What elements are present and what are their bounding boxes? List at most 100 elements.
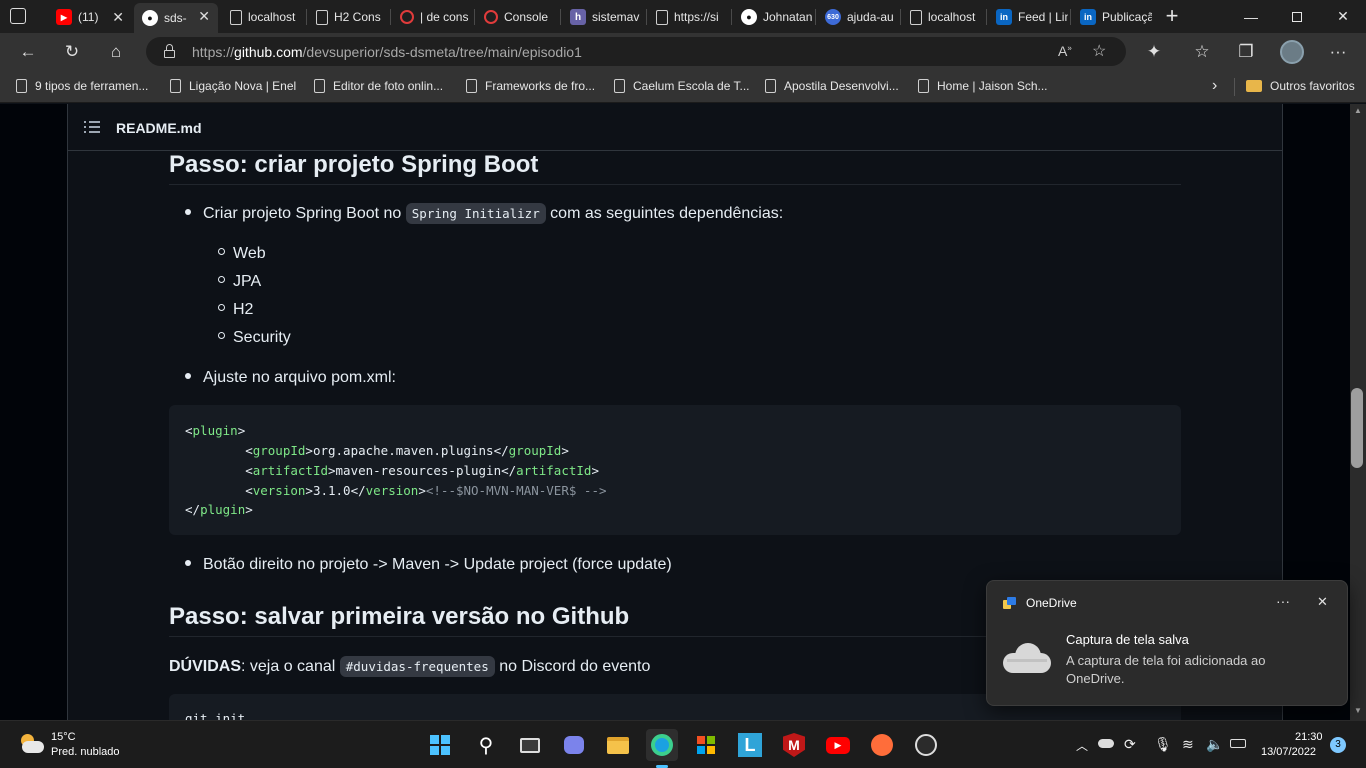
- favorite-link[interactable]: Editor de foto onlin...: [314, 77, 443, 95]
- navigation-bar: ← ↻ ⌂ https://github.com/devsuperior/sds…: [0, 33, 1366, 70]
- tab-console[interactable]: Console: [476, 4, 558, 30]
- onedrive-cloud-icon[interactable]: [1098, 739, 1114, 748]
- linkedin-icon: in: [1080, 9, 1096, 25]
- favorite-link[interactable]: Home | Jaison Sch...: [918, 77, 1048, 95]
- task-view-icon[interactable]: [514, 729, 546, 761]
- tab-ajuda[interactable]: 630 ajuda-au: [817, 4, 899, 30]
- start-icon[interactable]: [424, 729, 456, 761]
- clock-time[interactable]: 21:30: [1295, 731, 1323, 743]
- scroll-down-icon[interactable]: ▼: [1354, 706, 1362, 715]
- refresh-icon[interactable]: ↻: [58, 38, 86, 66]
- onedrive-notification[interactable]: OneDrive ··· ✕ Captura de tela salva A c…: [986, 580, 1348, 706]
- wifi-icon[interactable]: ≋: [1182, 736, 1194, 753]
- favorite-link[interactable]: Ligação Nova | Enel: [170, 77, 296, 95]
- tab-github-active[interactable]: ● sds- ✕: [134, 3, 218, 33]
- doubts-paragraph: DÚVIDAS: veja o canal #duvidas-frequente…: [169, 656, 651, 677]
- youtube-icon: ▶: [56, 9, 72, 25]
- more-options-icon[interactable]: ···: [1276, 593, 1290, 609]
- sync-icon[interactable]: ⟳: [1124, 736, 1136, 753]
- tab-linkedin-feed[interactable]: in Feed | Lin: [988, 4, 1068, 30]
- favorites-bar: 9 tipos de ferramen... Ligação Nova | En…: [0, 70, 1366, 103]
- collections-icon[interactable]: ❐: [1232, 38, 1260, 66]
- page-icon: [765, 79, 776, 93]
- list-item: H2: [218, 301, 253, 319]
- youtube-icon[interactable]: ▶: [822, 729, 854, 761]
- edge-browser-icon[interactable]: [646, 729, 678, 761]
- avatar[interactable]: [1280, 40, 1304, 64]
- add-favorite-icon[interactable]: ☆: [1092, 41, 1106, 61]
- tab-https[interactable]: https://si: [648, 4, 730, 30]
- favorite-link[interactable]: Frameworks de fro...: [466, 77, 595, 95]
- tab-heroku[interactable]: h sistemav: [562, 4, 644, 30]
- close-window-icon[interactable]: ✕: [1320, 0, 1366, 33]
- other-favorites-folder[interactable]: Outros favoritos: [1246, 77, 1355, 95]
- code-block[interactable]: <plugin> <groupId>org.apache.maven.plugi…: [169, 405, 1181, 535]
- toast-title: Captura de tela salva: [1066, 632, 1189, 647]
- list-item: Botão direito no projeto -> Maven -> Upd…: [185, 556, 672, 574]
- weather-description[interactable]: Pred. nublado: [51, 746, 120, 758]
- minimize-icon[interactable]: —: [1228, 0, 1274, 33]
- page-icon: [16, 79, 27, 93]
- file-explorer-icon[interactable]: [602, 729, 634, 761]
- tab-youtube[interactable]: ▶ (11) ✕: [48, 4, 132, 30]
- tab-label: | de cons: [420, 10, 469, 24]
- cloud-icon: [1003, 641, 1051, 673]
- notification-badge[interactable]: 3: [1330, 737, 1346, 753]
- back-icon[interactable]: ←: [14, 38, 42, 66]
- search-icon[interactable]: ⚲: [470, 729, 502, 761]
- page-icon: [230, 9, 242, 25]
- weather-temperature[interactable]: 15°C: [51, 731, 76, 743]
- tab-devsuperior[interactable]: | de cons: [392, 4, 472, 30]
- tab-label: Feed | Lin: [1018, 10, 1068, 24]
- tab-actions-icon[interactable]: [10, 8, 26, 24]
- page-icon: [466, 79, 477, 93]
- tab-johnatan[interactable]: ● Johnatan: [733, 4, 813, 30]
- list-item: Security: [218, 329, 291, 347]
- battery-icon[interactable]: [1230, 739, 1246, 748]
- weather-icon[interactable]: [18, 733, 44, 755]
- favorite-link[interactable]: Apostila Desenvolvi...: [765, 77, 899, 95]
- tab-localhost[interactable]: localhost: [222, 4, 304, 30]
- read-aloud-icon[interactable]: A»: [1058, 43, 1072, 59]
- favorite-link[interactable]: Caelum Escola de T...: [614, 77, 750, 95]
- devsuperior-icon: [400, 10, 414, 24]
- restore-icon[interactable]: [1274, 0, 1320, 33]
- close-tab-icon[interactable]: ✕: [112, 9, 124, 26]
- new-tab-icon[interactable]: +: [1160, 4, 1184, 28]
- clock-date[interactable]: 13/07/2022: [1261, 746, 1316, 758]
- address-bar[interactable]: https://github.com/devsuperior/sds-dsmet…: [146, 37, 1126, 66]
- show-hidden-icons-chevron-icon[interactable]: ︿: [1076, 737, 1088, 754]
- volume-icon[interactable]: 🔈: [1206, 736, 1223, 753]
- tab-label: localhost: [928, 10, 976, 24]
- close-tab-icon[interactable]: ✕: [198, 8, 210, 25]
- url-text[interactable]: https://github.com/devsuperior/sds-dsmet…: [192, 44, 582, 60]
- app-l-icon[interactable]: L: [734, 729, 766, 761]
- more-menu-icon[interactable]: ···: [1324, 38, 1352, 66]
- inline-code: #duvidas-frequentes: [339, 656, 495, 677]
- tab-linkedin-post[interactable]: in Publicaçã: [1072, 4, 1152, 30]
- tab-h2-console[interactable]: H2 Cons: [308, 4, 388, 30]
- scrollbar-thumb[interactable]: [1351, 388, 1363, 468]
- lock-icon[interactable]: [164, 44, 175, 58]
- tab-label: sistemav: [592, 10, 640, 24]
- extensions-icon[interactable]: ✦: [1140, 38, 1168, 66]
- scroll-up-icon[interactable]: ▲: [1354, 106, 1362, 115]
- obs-icon[interactable]: [910, 729, 942, 761]
- page-icon: [316, 9, 328, 25]
- microphone-icon[interactable]: 🎙: [1154, 736, 1172, 753]
- tab-localhost-2[interactable]: localhost: [902, 4, 984, 30]
- readme-header: README.md: [68, 104, 1282, 151]
- readme-filename[interactable]: README.md: [116, 120, 202, 136]
- favorites-icon[interactable]: ☆: [1188, 38, 1216, 66]
- close-icon[interactable]: ✕: [1317, 594, 1328, 610]
- mcafee-icon[interactable]: M: [778, 729, 810, 761]
- home-icon[interactable]: ⌂: [102, 38, 130, 66]
- app-orange-icon[interactable]: [866, 729, 898, 761]
- outline-list-icon[interactable]: [84, 120, 100, 134]
- favorite-link[interactable]: 9 tipos de ferramen...: [16, 77, 148, 95]
- section-heading: Passo: criar projeto Spring Boot: [169, 151, 539, 178]
- microsoft-store-icon[interactable]: [690, 729, 722, 761]
- favorites-overflow-chevron-icon[interactable]: ›: [1212, 77, 1217, 95]
- taskbar: 15°C Pred. nublado ⚲ L M ▶ ︿ ⟳ 🎙 ≋ 🔈 21:…: [0, 720, 1366, 768]
- teams-chat-icon[interactable]: [558, 729, 590, 761]
